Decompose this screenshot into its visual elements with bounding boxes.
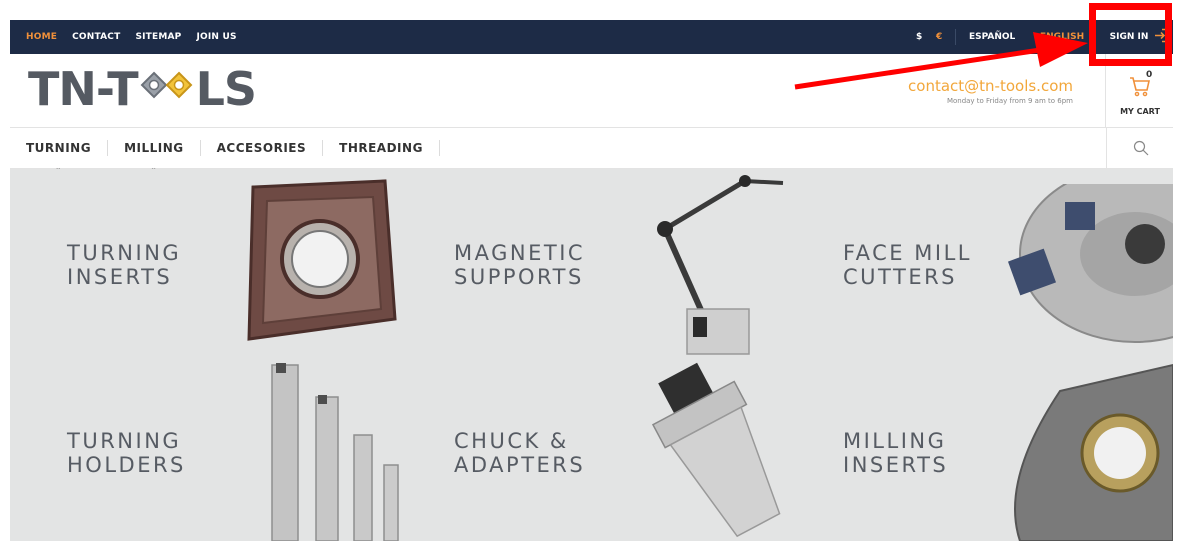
top-bar: HOME CONTACT SITEMAP JOIN US $ € ESPAÑOL… (10, 20, 1173, 54)
business-hours: Monday to Friday from 9 am to 6pm (946, 97, 1073, 105)
currency-usd[interactable]: $ (916, 20, 922, 54)
tile-magnetic-supports[interactable]: MAGNETIC SUPPORTS (454, 241, 585, 289)
category-label: THREADING (339, 141, 423, 155)
annotation-highlight-box (1089, 3, 1172, 66)
contact-email[interactable]: contact@tn-tools.com (908, 77, 1073, 95)
tile-title-line1: MAGNETIC (454, 241, 586, 265)
site-header: TN-T LS contact@tn-tools.com Monday to F… (10, 54, 1173, 128)
category-milling[interactable]: MILLING ⌄ (108, 140, 201, 172)
category-threading[interactable]: THREADING (323, 140, 440, 156)
cart-label: MY CART (1120, 107, 1160, 116)
hero-category-grid: TURNING INSERTS MAGNETIC SUPPORTS FACE M… (10, 169, 1173, 541)
tile-title-line1: CHUCK & (454, 429, 569, 453)
top-nav-sitemap[interactable]: SITEMAP (135, 32, 181, 42)
lang-english[interactable]: ENGLISH (1040, 20, 1084, 54)
logo-text-left: TN-T (28, 62, 139, 116)
tile-chuck-adapters[interactable]: CHUCK & ADAPTERS (454, 429, 585, 477)
chuck-adapter-image (651, 362, 781, 538)
divider (955, 29, 956, 45)
milling-insert-image (1014, 363, 1173, 541)
category-label: ACCESORIES (216, 141, 307, 155)
tile-title-line1: TURNING (67, 241, 182, 265)
search-button[interactable] (1106, 128, 1174, 168)
top-nav-contact[interactable]: CONTACT (72, 32, 120, 42)
magnetic-support-image (657, 175, 784, 355)
tile-title-line2: ADAPTERS (454, 453, 586, 477)
tile-title-line2: INSERTS (843, 453, 949, 477)
lang-espanol[interactable]: ESPAÑOL (969, 20, 1015, 54)
tile-turning-inserts[interactable]: TURNING INSERTS (67, 241, 181, 289)
contact-info: contact@tn-tools.com Monday to Friday fr… (908, 77, 1073, 105)
turning-holders-image (271, 363, 399, 541)
tile-title-line2: HOLDERS (67, 453, 186, 477)
tile-title-line2: INSERTS (67, 265, 173, 289)
category-accesories[interactable]: ACCESORIES (201, 140, 324, 156)
tile-title-line2: SUPPORTS (454, 265, 584, 289)
logo-text-right: LS (195, 62, 257, 116)
top-nav-join-us[interactable]: JOIN US (196, 32, 236, 42)
turning-insert-image (247, 179, 397, 341)
category-nav: TURNING ⌄ MILLING ⌄ ACCESORIES THREADING (10, 128, 1174, 172)
category-turning[interactable]: TURNING ⌄ (26, 140, 109, 172)
face-mill-cutter-image (1007, 184, 1173, 343)
tile-title-line2: CUTTERS (843, 265, 958, 289)
tile-title-line1: TURNING (67, 429, 182, 453)
logo-inserts-icon (140, 71, 193, 99)
tile-face-mill-cutters[interactable]: FACE MILL CUTTERS (843, 241, 972, 289)
category-label: TURNING (26, 141, 92, 155)
tile-title-line1: MILLING (843, 429, 947, 453)
top-nav: HOME CONTACT SITEMAP JOIN US (26, 20, 237, 54)
category-label: MILLING (124, 141, 184, 155)
cart-count: 0 (1146, 70, 1153, 80)
search-icon (1133, 140, 1148, 156)
tile-turning-holders[interactable]: TURNING HOLDERS (67, 429, 186, 477)
tile-title-line1: FACE MILL (843, 241, 972, 265)
currency-eur[interactable]: € (936, 20, 942, 54)
top-nav-home[interactable]: HOME (26, 32, 57, 42)
tile-milling-inserts[interactable]: MILLING INSERTS (843, 429, 948, 477)
site-logo[interactable]: TN-T LS (28, 62, 257, 116)
